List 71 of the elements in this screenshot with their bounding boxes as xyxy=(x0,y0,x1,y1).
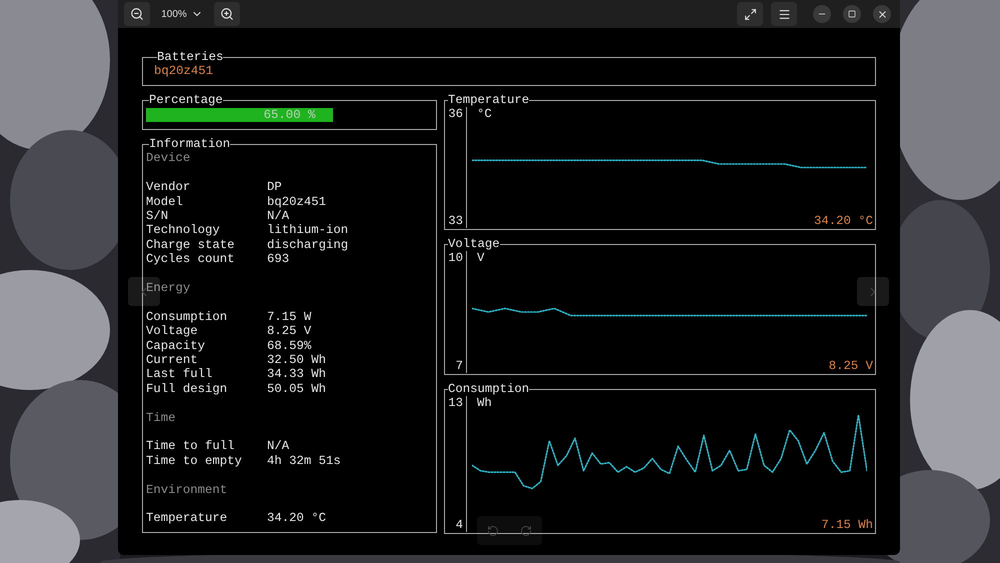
info-label: Capacity xyxy=(146,338,206,353)
info-label: Voltage xyxy=(146,324,198,338)
close-button[interactable] xyxy=(873,5,891,23)
unit-label: V xyxy=(477,251,484,266)
section-heading: Environment xyxy=(146,482,228,497)
panel-title: Percentage xyxy=(149,93,223,108)
info-value: 50.05 Wh xyxy=(267,382,326,396)
info-label: Full design xyxy=(146,382,228,396)
info-label: Cycles count xyxy=(146,252,235,266)
y-tick-label: 10 xyxy=(448,251,463,266)
expand-icon xyxy=(744,8,756,20)
panel-title: Batteries xyxy=(157,50,224,64)
info-value: 4h 32m 51s xyxy=(267,454,341,468)
current-reading: 7.15 Wh xyxy=(821,518,873,532)
panel-title: Information xyxy=(149,137,230,152)
info-value: 34.33 Wh xyxy=(267,367,326,382)
info-label: Model xyxy=(146,194,183,209)
panel-title: Voltage xyxy=(448,237,500,252)
menu-button[interactable] xyxy=(771,2,797,26)
maximize-icon xyxy=(848,10,856,18)
info-label: Vendor xyxy=(146,180,190,194)
info-value: 7.15 W xyxy=(267,310,312,324)
current-reading: 34.20 °C xyxy=(814,214,873,228)
info-value: 68.59% xyxy=(267,338,312,354)
info-value: lithium-ion xyxy=(267,223,348,238)
info-value: 8.25 V xyxy=(267,324,312,339)
rotate-right-icon[interactable] xyxy=(520,524,532,536)
zoom-out-icon xyxy=(130,7,144,21)
y-tick-label: 4 xyxy=(456,518,463,532)
info-value: 693 xyxy=(267,252,290,267)
menu-icon xyxy=(778,8,790,20)
zoom-out-button[interactable] xyxy=(124,2,150,26)
y-tick-label: 7 xyxy=(456,359,463,374)
percentage-reading: 65.00 % xyxy=(264,108,316,123)
info-value: 34.20 °C xyxy=(267,511,326,526)
section-heading: Device xyxy=(146,151,190,166)
y-tick-label: 36 xyxy=(448,107,463,122)
rotate-left-icon[interactable] xyxy=(487,524,500,536)
info-label: Last full xyxy=(146,367,212,382)
info-label: Technology xyxy=(146,223,220,238)
zoom-in-button[interactable] xyxy=(214,2,240,26)
info-label: Time to empty xyxy=(146,454,242,468)
info-label: S/N xyxy=(146,209,168,224)
info-label: Current xyxy=(146,353,198,368)
info-value: DP xyxy=(267,180,282,195)
y-tick-label: 13 xyxy=(448,396,463,411)
info-value: N/A xyxy=(267,209,290,224)
minimize-button[interactable] xyxy=(813,5,831,23)
current-reading: 8.25 V xyxy=(828,359,873,374)
info-value: discharging xyxy=(267,238,348,252)
info-label: Temperature xyxy=(146,511,228,526)
zoom-level-dropdown[interactable]: 100% xyxy=(152,2,212,26)
maximize-button[interactable] xyxy=(843,5,861,23)
panel-title: Consumption xyxy=(448,382,530,396)
info-label: Time to full xyxy=(146,439,235,454)
unit-label: °C xyxy=(477,107,492,122)
info-value: N/A xyxy=(267,439,290,454)
info-value: 32.50 Wh xyxy=(267,353,326,368)
battery-item[interactable]: bq20z451 xyxy=(154,64,214,78)
zoom-in-icon xyxy=(220,7,234,21)
next-button[interactable] xyxy=(857,277,889,306)
y-tick-label: 33 xyxy=(448,214,463,228)
info-label: Charge state xyxy=(146,238,235,252)
section-heading: Time xyxy=(146,410,176,425)
section-heading: Energy xyxy=(146,281,190,296)
close-icon xyxy=(876,8,888,20)
info-value: bq20z451 xyxy=(267,194,326,210)
info-label: Consumption xyxy=(146,310,228,324)
unit-label: Wh xyxy=(477,396,492,410)
panel-title: Temperature xyxy=(448,93,530,108)
fullscreen-button[interactable] xyxy=(737,2,763,26)
